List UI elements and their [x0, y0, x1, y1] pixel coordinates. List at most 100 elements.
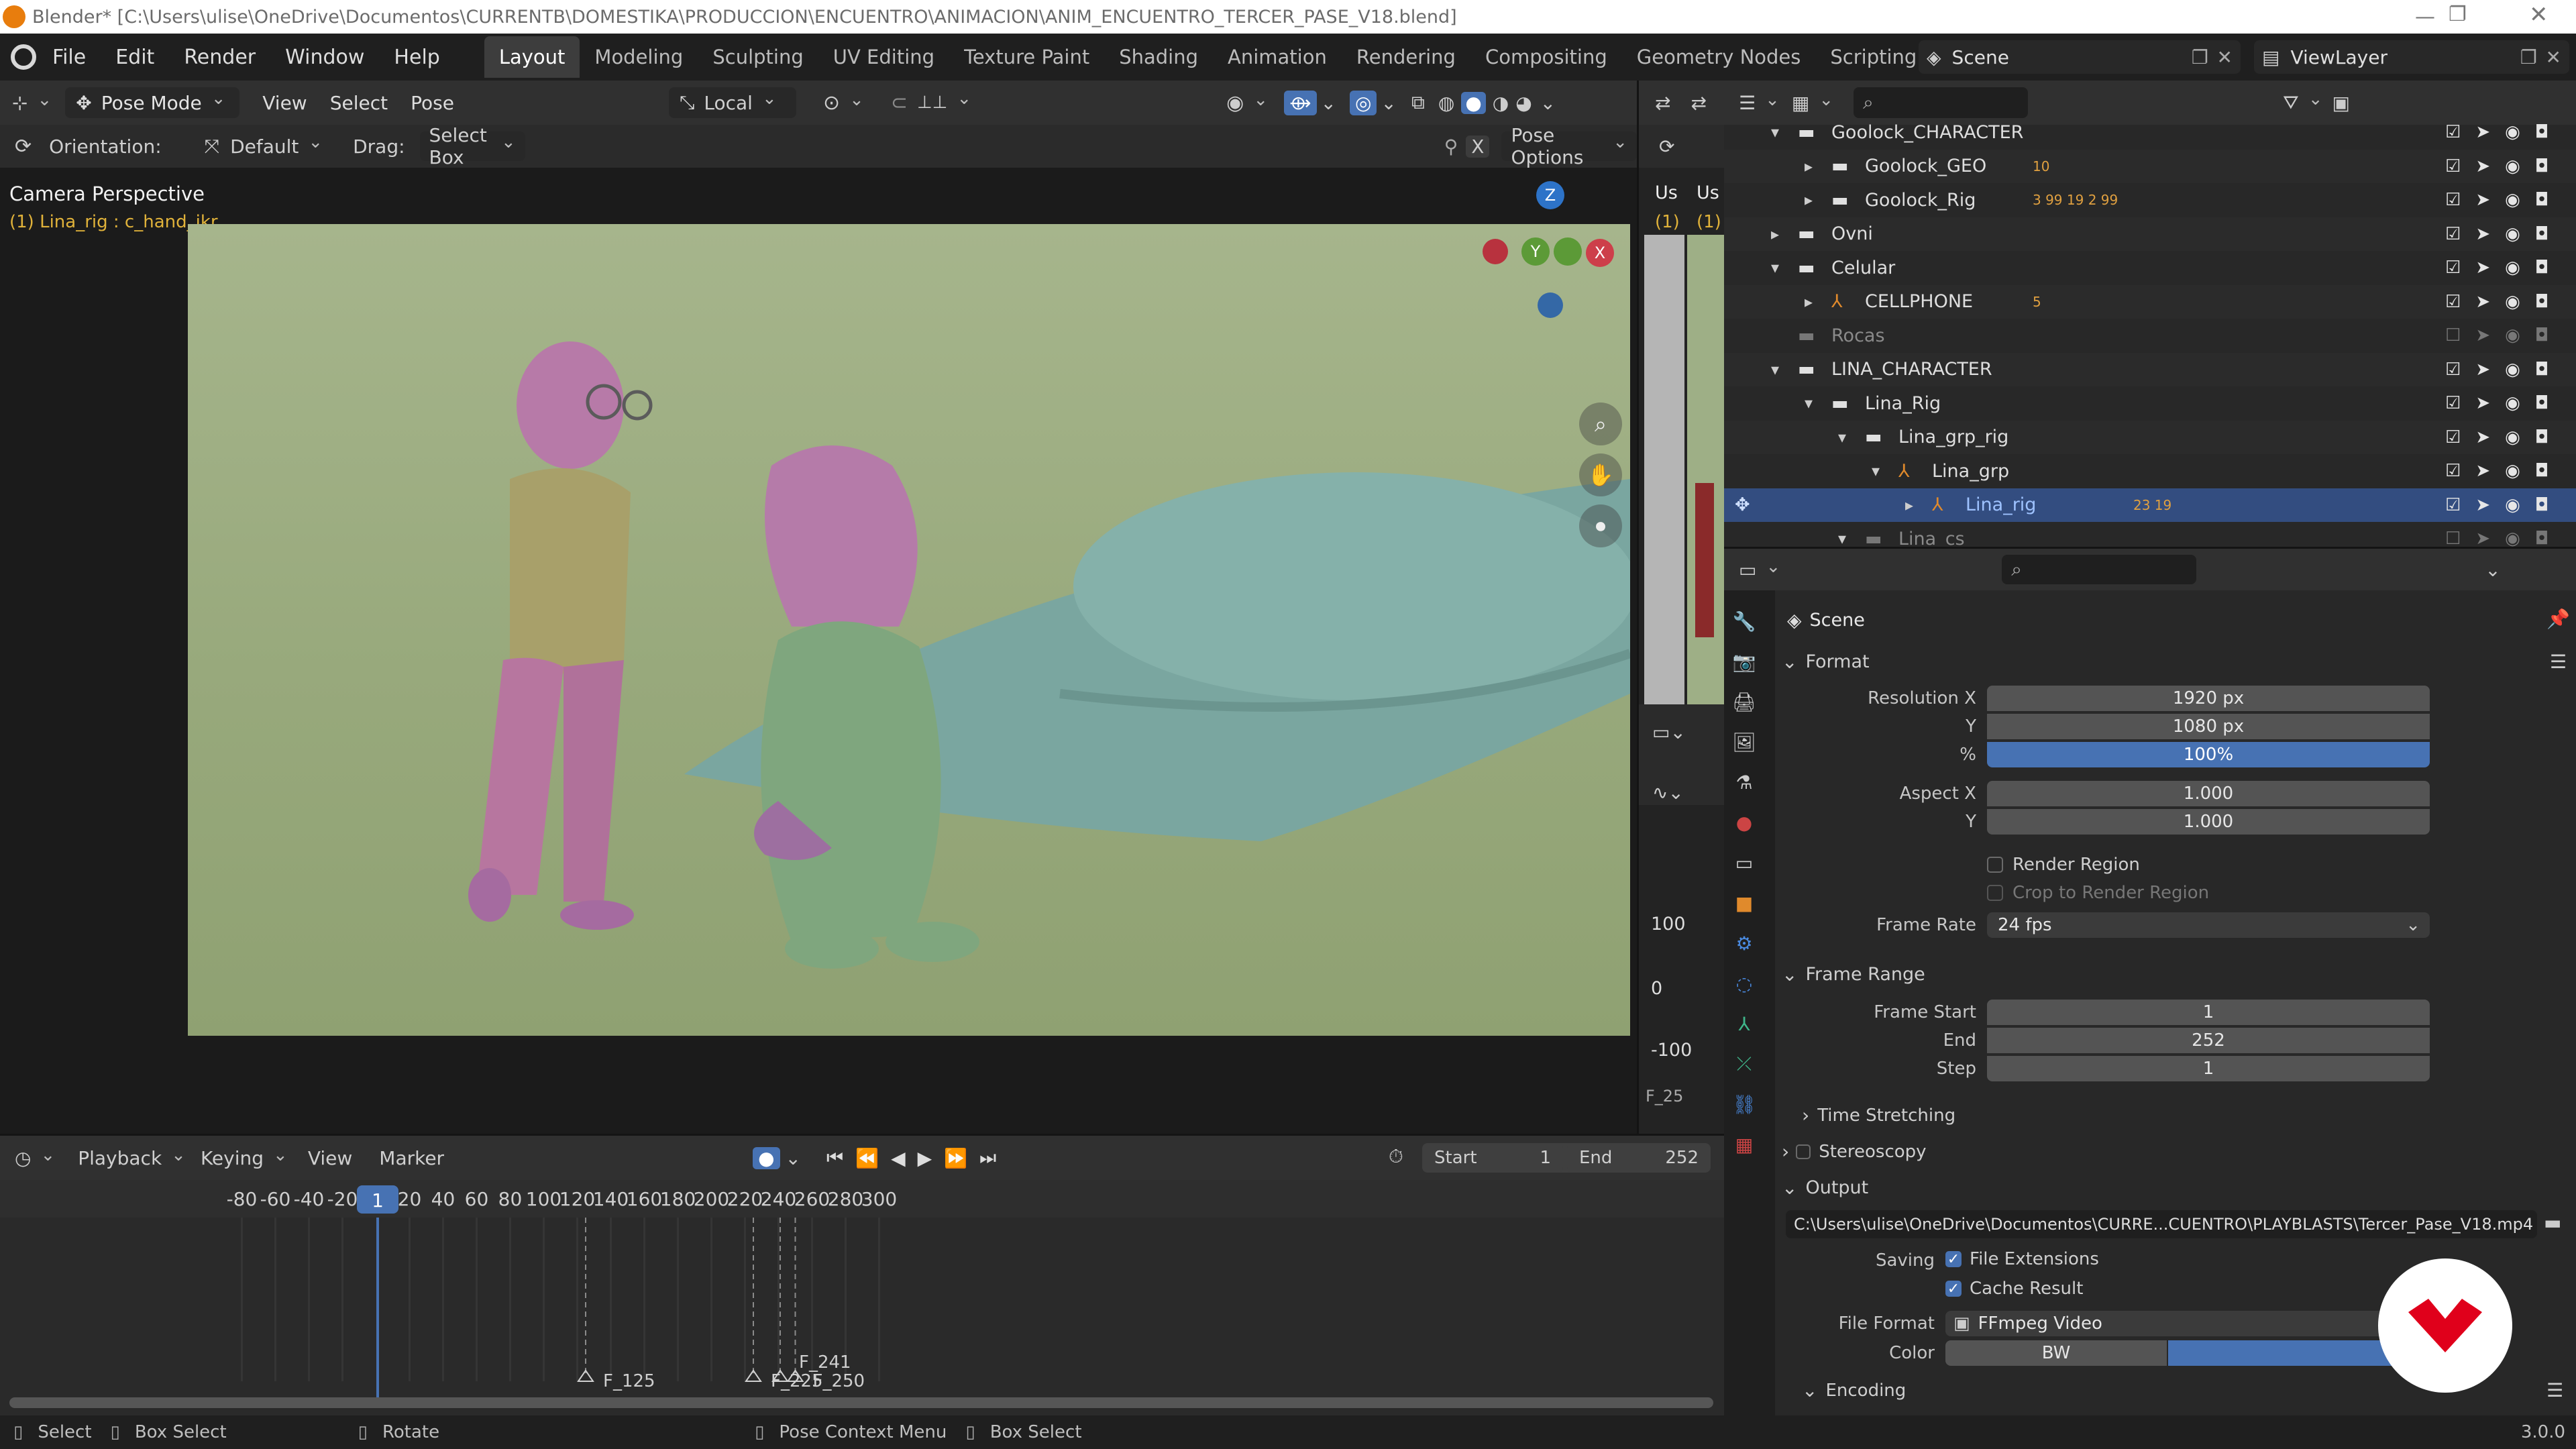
eye-icon[interactable]: ◉ — [2505, 292, 2520, 312]
outliner-display-mode-icon[interactable]: ▦ — [1792, 92, 1833, 114]
frame-step-field[interactable]: 1 — [1987, 1056, 2430, 1081]
tab-texture-paint[interactable]: Texture Paint — [949, 36, 1104, 78]
zoom-icon[interactable]: ⌕ — [1579, 402, 1622, 445]
properties-editor-icon[interactable]: ▭ — [1739, 559, 1780, 581]
eye-icon[interactable]: ◉ — [2505, 224, 2520, 244]
outliner-row[interactable]: ✥ ▸ ⅄ Lina_rig 23 19 ☑ ➤ ◉ ◘ — [1724, 488, 2576, 522]
xray-icon[interactable]: ⧉ — [1411, 91, 1425, 114]
include-checkbox[interactable]: ☑ — [2445, 156, 2461, 176]
menu-edit[interactable]: Edit — [115, 46, 154, 69]
browse-folder-icon[interactable]: ▬ — [2544, 1212, 2561, 1234]
eye-icon[interactable]: ◉ — [2505, 529, 2520, 549]
select-toggle-icon[interactable]: ➤ — [2475, 461, 2490, 481]
select-toggle-icon[interactable]: ➤ — [2475, 360, 2490, 380]
render-camera-icon[interactable]: ◘ — [2535, 427, 2549, 447]
view-layer-tab-icon[interactable]: 🖼 — [1724, 722, 1764, 762]
select-toggle-icon[interactable]: ➤ — [2475, 156, 2490, 176]
shading-material-icon[interactable]: ◑ — [1493, 92, 1509, 114]
preview-range-icon[interactable]: ⏱ — [1389, 1145, 1403, 1168]
end-frame-field[interactable]: End 252 — [1567, 1143, 1711, 1173]
output-tab-icon[interactable]: 🖨 — [1724, 682, 1764, 722]
timeline-menu-keying[interactable]: Keying — [201, 1147, 288, 1169]
tab-geometry-nodes[interactable]: Geometry Nodes — [1622, 36, 1816, 78]
side-graph-editor-icon[interactable]: ▭⌄ — [1652, 721, 1686, 743]
render-camera-icon[interactable]: ◘ — [2535, 190, 2549, 210]
timeline-menu-playback[interactable]: Playback — [78, 1147, 186, 1169]
timeline-menu-view[interactable]: View — [308, 1147, 352, 1169]
pose-mode-indicator-icon[interactable]: ✥ — [1735, 494, 1750, 515]
include-checkbox[interactable]: ☑ — [2445, 190, 2461, 210]
cache-result-box[interactable]: ✓ — [1945, 1281, 1962, 1297]
file-format-dropdown[interactable]: ▣ FFmpeg Video ⌄ — [1945, 1311, 2430, 1336]
aspect-y-field[interactable]: 1.000 — [1987, 809, 2430, 835]
remove-scene-icon[interactable]: ✕ — [2217, 46, 2233, 68]
pin-icon[interactable]: 📌 — [2546, 608, 2570, 630]
properties-options-icon[interactable]: ⌄ — [2485, 559, 2500, 581]
eye-icon[interactable]: ◉ — [2505, 427, 2520, 447]
expand-arrow-icon[interactable]: ▾ — [1771, 258, 1779, 277]
side-tool-icon[interactable]: ⟳ — [1659, 136, 1674, 158]
include-checkbox[interactable]: ☑ — [2445, 360, 2461, 380]
editor-type-icon[interactable]: ⊹ — [12, 92, 52, 114]
include-checkbox[interactable]: ☑ — [2445, 495, 2461, 515]
outliner-filter-icon[interactable]: ⛛ — [2283, 91, 2322, 114]
time-stretching-subpanel[interactable]: › Time Stretching — [1802, 1104, 1955, 1126]
jump-key-forward-icon[interactable]: ⏩ — [944, 1147, 967, 1169]
outliner[interactable]: ☰ ▦ ⌕ ⛛ ▣ ▾ ▬ Goolock_CHARACTER ☑ ➤ ◉ ◘ ▸ ▬ Goolo… — [1724, 80, 2576, 549]
maximize-button[interactable]: ❐ — [2449, 3, 2467, 26]
timeline-menu-marker[interactable]: Marker — [379, 1147, 444, 1169]
select-toggle-icon[interactable]: ➤ — [2475, 224, 2490, 244]
pose-mirror-icon[interactable]: ⚲ — [1444, 136, 1458, 158]
snap-increment-icon[interactable]: ⊥⊥ — [917, 93, 971, 113]
jump-end-icon[interactable]: ⏭ — [979, 1146, 996, 1169]
frame-start-field[interactable]: 1 — [1987, 1000, 2430, 1025]
outliner-row[interactable]: ▾ ▬ Celular ☑ ➤ ◉ ◘ — [1724, 251, 2576, 285]
file-extensions-checkbox[interactable]: ✓ File Extensions — [1945, 1249, 2099, 1269]
tab-modeling[interactable]: Modeling — [580, 36, 698, 78]
expand-arrow-icon[interactable]: ▸ — [1805, 157, 1813, 176]
render-camera-icon[interactable]: ◘ — [2535, 461, 2549, 481]
render-region-box[interactable] — [1987, 857, 2003, 873]
expand-arrow-icon[interactable]: ▾ — [1805, 394, 1813, 413]
play-reverse-icon[interactable]: ◀ — [891, 1147, 906, 1169]
bone-constraint-tab-icon[interactable]: ⛓ — [1724, 1084, 1764, 1124]
encoding-panel-header[interactable]: ⌄ Encoding — [1802, 1379, 1906, 1401]
select-toggle-icon[interactable]: ➤ — [2475, 258, 2490, 278]
collection-tab-icon[interactable]: ▭ — [1724, 843, 1764, 883]
expand-arrow-icon[interactable]: ▾ — [1771, 360, 1779, 379]
object-tab-icon[interactable]: ■ — [1724, 883, 1764, 923]
x-mirror-toggle[interactable]: X — [1466, 135, 1490, 158]
color-bw-option[interactable]: BW — [1945, 1340, 2167, 1366]
scene-tab-icon[interactable]: ⚗ — [1724, 762, 1764, 802]
select-toggle-icon[interactable]: ➤ — [2475, 495, 2490, 515]
include-checkbox[interactable]: ☑ — [2445, 122, 2461, 142]
render-camera-icon[interactable]: ◘ — [2535, 529, 2549, 549]
encoding-presets-icon[interactable]: ☰ — [2546, 1379, 2563, 1401]
menu-file[interactable]: File — [52, 46, 86, 69]
select-toggle-icon[interactable]: ➤ — [2475, 190, 2490, 210]
scene-selector[interactable]: ◈ Scene ❐ ✕ — [1919, 40, 2241, 74]
include-checkbox[interactable]: ☑ — [2445, 427, 2461, 447]
timeline-editor[interactable]: ◷ Playback Keying View Marker ● ⌄ ⏮ ⏪ ◀ … — [0, 1134, 1724, 1415]
start-frame-field[interactable]: Start 1 — [1422, 1143, 1563, 1173]
shading-dropdown-icon[interactable]: ⌄ — [1540, 92, 1556, 114]
render-camera-icon[interactable]: ◘ — [2535, 224, 2549, 244]
render-tab-icon[interactable]: 📷 — [1724, 641, 1764, 682]
eye-icon[interactable]: ◉ — [2505, 156, 2520, 176]
include-checkbox[interactable]: ☑ — [2445, 393, 2461, 413]
viewlayer-selector[interactable]: ▤ ViewLayer ❐ ✕ — [2254, 40, 2569, 74]
new-collection-icon[interactable]: ▣ — [2332, 92, 2350, 114]
menu-window[interactable]: Window — [285, 46, 364, 69]
pose-options-dropdown[interactable]: Pose Options — [1501, 124, 1637, 168]
stereoscopy-panel-header[interactable]: › Stereoscopy — [1782, 1140, 1927, 1163]
tab-animation[interactable]: Animation — [1213, 36, 1342, 78]
texture-tab-icon[interactable]: ▦ — [1724, 1124, 1764, 1165]
render-camera-icon[interactable]: ◘ — [2535, 156, 2549, 176]
overlay-toggle-icon[interactable]: ◎ — [1349, 90, 1377, 115]
include-checkbox[interactable]: ☐ — [2445, 325, 2461, 345]
side-editor-icon-2[interactable]: ⇄ — [1690, 92, 1706, 114]
output-path-field[interactable]: C:\Users\ulise\OneDrive\Documentos\CURRE… — [1786, 1210, 2537, 1238]
tab-layout[interactable]: Layout — [484, 36, 580, 78]
gizmo-x-neg-icon[interactable] — [1483, 239, 1508, 264]
select-toggle-icon[interactable]: ➤ — [2475, 122, 2490, 142]
